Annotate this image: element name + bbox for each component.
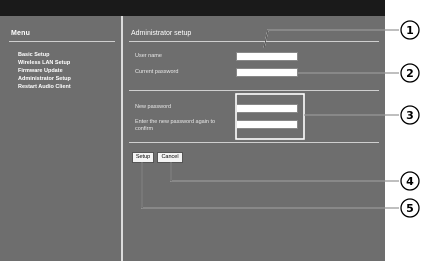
sidebar-item-restart-audio-client[interactable]: Restart Audio Client [18,83,71,91]
confirm-password-label: Enter the new password again to confirm [135,119,215,133]
sidebar-item-administrator-setup[interactable]: Administrator Setup [18,75,71,83]
form-divider [129,142,379,143]
callout-5-number: 5 [406,202,414,215]
user-name-input[interactable] [236,52,298,61]
menu-title: Menu [11,30,31,37]
confirm-password-label-line1: Enter the new password again to [135,119,216,125]
sidebar-item-wireless-lan-setup[interactable]: Wireless LAN Setup [18,59,71,67]
callout-3-number: 3 [406,109,414,122]
callout-4-number: 4 [406,175,414,188]
setup-button[interactable]: Setup [132,152,154,163]
callout-2: 2 [400,63,420,83]
menu-divider [9,41,115,42]
sidebar-item-basic-setup[interactable]: Basic Setup [18,51,71,59]
sidebar-item-firmware-update[interactable]: Firmware Update [18,67,71,75]
callout-3: 3 [400,105,420,125]
cancel-button[interactable]: Cancel [157,152,183,163]
section-divider [129,90,379,91]
callout-1: 1 [400,20,420,40]
confirm-password-input[interactable] [236,120,298,129]
callout-4: 4 [400,171,420,191]
current-password-input[interactable] [236,68,298,77]
user-name-label: User name [135,53,162,59]
new-password-input[interactable] [236,104,298,113]
current-password-label: Current password [135,69,179,75]
sidebar-menu: Basic Setup Wireless LAN Setup Firmware … [18,51,71,91]
callout-2-number: 2 [406,67,414,80]
sidebar: Menu Basic Setup Wireless LAN Setup Firm… [0,16,121,261]
main-panel: Administrator setup User name Current pa… [123,16,385,261]
top-bar [0,0,385,16]
new-password-label: New password [135,104,172,110]
confirm-password-label-line2: confirm [135,126,154,132]
page-title: Administrator setup [131,30,192,37]
callout-5: 5 [400,198,420,218]
callout-1-number: 1 [406,24,414,37]
title-divider [129,41,379,42]
